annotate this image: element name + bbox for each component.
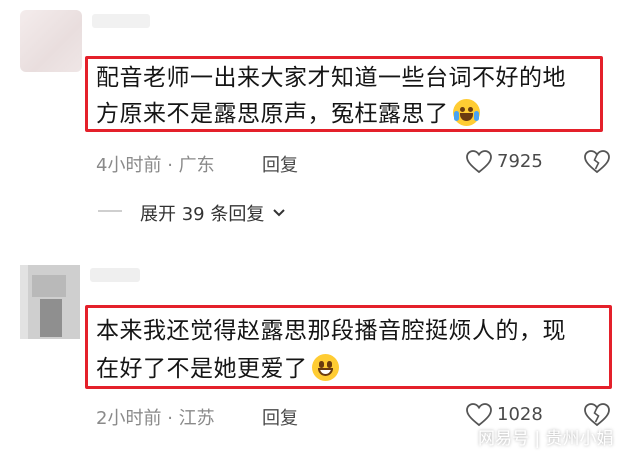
comment-meta: 4小时前 · 广东	[96, 151, 215, 177]
watermark-separator: |	[534, 429, 541, 449]
comment-text-line: 配音老师一出来大家才知道一些台词不好的地	[96, 65, 566, 91]
highlight-box: 配音老师一出来大家才知道一些台词不好的地 方原来不是露思原声，冤枉露思了	[85, 56, 603, 132]
watermark-author: 贵州小娟	[545, 429, 614, 449]
watermark-platform: 网易号	[478, 429, 529, 449]
comment-text-line-with-emoji: 在好了不是她更爱了	[96, 350, 339, 388]
comment-text-line: 在好了不是她更爱了	[96, 356, 308, 382]
watermark: 网易号 | 贵州小娟	[478, 424, 614, 449]
comment-time: 4小时前	[96, 155, 162, 176]
comment-text-line: 本来我还觉得赵露思那段播音腔挺烦人的，现	[96, 318, 566, 344]
expand-divider	[98, 210, 122, 212]
username-blurred[interactable]	[90, 268, 140, 282]
avatar[interactable]	[20, 10, 82, 72]
like-count: 7925	[497, 151, 543, 172]
comment-time: 2小时前	[96, 408, 162, 429]
crying-laughing-emoji-icon	[452, 99, 480, 126]
expand-replies-button[interactable]: 展开 39 条回复	[140, 200, 286, 226]
username-blurred[interactable]	[92, 14, 150, 28]
comment-text-line-with-emoji: 方原来不是露思原声，冤枉露思了	[96, 95, 480, 133]
broken-heart-icon	[584, 150, 610, 174]
expand-replies-label: 展开 39 条回复	[140, 204, 265, 225]
grinning-emoji-icon	[311, 354, 339, 381]
dislike-button[interactable]	[584, 150, 610, 174]
comment-location: 广东	[178, 155, 215, 176]
reply-button[interactable]: 回复	[262, 404, 298, 430]
reply-button[interactable]: 回复	[262, 151, 298, 177]
like-button[interactable]	[466, 150, 492, 174]
meta-dot: ·	[167, 155, 173, 176]
avatar[interactable]	[20, 265, 80, 339]
meta-dot: ·	[167, 408, 173, 429]
heart-icon	[466, 150, 492, 174]
comment-location: 江苏	[178, 408, 215, 429]
chevron-down-icon	[272, 208, 286, 218]
comment-meta: 2小时前 · 江苏	[96, 404, 215, 430]
comment-text-line: 方原来不是露思原声，冤枉露思了	[96, 101, 449, 127]
highlight-box: 本来我还觉得赵露思那段播音腔挺烦人的，现 在好了不是她更爱了	[85, 305, 612, 389]
like-count: 1028	[497, 404, 543, 425]
